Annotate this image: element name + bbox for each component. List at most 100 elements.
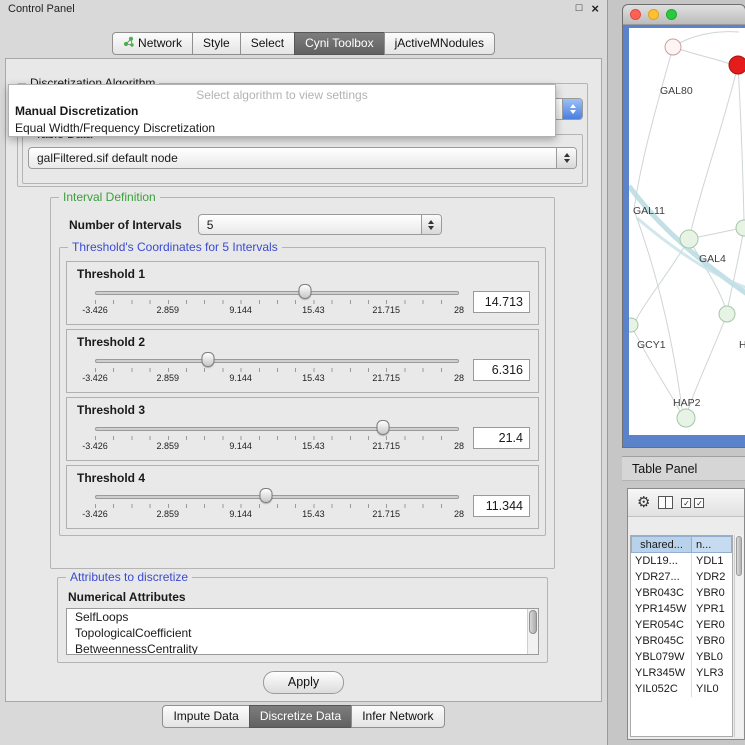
tick-label: 15.43 xyxy=(302,509,325,519)
cyni-bottom-tabbar: Impute Data Discretize Data Infer Networ… xyxy=(0,705,607,728)
threshold-2-value-field[interactable]: 6.316 xyxy=(473,359,530,381)
cell-shared-name[interactable]: YER054C xyxy=(631,617,692,633)
threshold-4-value-field[interactable]: 11.344 xyxy=(473,495,530,517)
mac-minimize-button[interactable] xyxy=(648,9,659,20)
cell-name[interactable]: YER0 xyxy=(692,617,732,633)
cell-name[interactable]: YBR0 xyxy=(692,585,732,601)
close-window-icon[interactable]: × xyxy=(591,3,599,14)
select-all-checkbox-icon[interactable]: ✓ xyxy=(681,498,691,508)
algorithm-option-equal-width-frequency[interactable]: Equal Width/Frequency Discretization xyxy=(9,119,555,136)
cell-name[interactable]: YIL0 xyxy=(692,681,732,697)
tick-label: 2.859 xyxy=(157,441,180,451)
cell-name[interactable]: YPR1 xyxy=(692,601,732,617)
gear-icon[interactable]: ⚙ xyxy=(637,495,650,510)
threshold-coordinates-legend: Threshold's Coordinates for 5 Intervals xyxy=(68,240,282,254)
threshold-3-slider[interactable]: -3.426 2.859 9.144 15.43 21.715 28 xyxy=(95,419,459,456)
tab-select[interactable]: Select xyxy=(240,32,295,55)
cell-name[interactable]: YBL0 xyxy=(692,649,732,665)
table-row[interactable]: YPR145W YPR1 xyxy=(631,601,732,617)
table-row[interactable]: YDR27... YDR2 xyxy=(631,569,732,585)
slider-thumb[interactable] xyxy=(376,420,389,435)
slider-track[interactable] xyxy=(95,291,459,295)
tab-impute-data-label: Impute Data xyxy=(173,709,238,723)
tab-discretize-data[interactable]: Discretize Data xyxy=(249,705,352,728)
cell-shared-name[interactable]: YDR27... xyxy=(631,569,692,585)
attributes-legend: Attributes to discretize xyxy=(66,570,192,584)
tab-impute-data[interactable]: Impute Data xyxy=(162,705,249,728)
cell-shared-name[interactable]: YBR043C xyxy=(631,585,692,601)
cell-name[interactable]: YDR2 xyxy=(692,569,732,585)
tab-network[interactable]: Network xyxy=(112,32,193,55)
tab-style[interactable]: Style xyxy=(192,32,241,55)
network-canvas[interactable]: GAL80 GAL11 GAL4 GCY1 H HAP2 xyxy=(629,28,745,435)
network-node[interactable] xyxy=(719,306,735,322)
tab-infer-network[interactable]: Infer Network xyxy=(351,705,444,728)
slider-thumb[interactable] xyxy=(299,284,312,299)
algorithm-option-manual-discretization[interactable]: Manual Discretization xyxy=(9,102,555,119)
list-item[interactable]: BetweennessCentrality xyxy=(67,641,538,655)
table-row[interactable]: YLR345W YLR3 xyxy=(631,665,732,681)
list-item[interactable]: SelfLoops xyxy=(67,609,538,625)
threshold-1-slider[interactable]: -3.426 2.859 9.144 15.43 21.715 28 xyxy=(95,283,459,320)
scrollbar-thumb[interactable] xyxy=(736,536,742,576)
cell-shared-name[interactable]: YIL052C xyxy=(631,681,692,697)
column-header-name[interactable]: n... xyxy=(692,536,732,553)
slider-track[interactable] xyxy=(95,359,459,363)
table-row[interactable]: YER054C YER0 xyxy=(631,617,732,633)
number-of-intervals-arrows-icon[interactable] xyxy=(421,215,441,234)
cell-shared-name[interactable]: YPR145W xyxy=(631,601,692,617)
table-data-combobox[interactable]: galFiltered.sif default node xyxy=(28,147,577,169)
apply-button[interactable]: Apply xyxy=(263,671,344,694)
table-data-combobox-arrows-icon[interactable] xyxy=(556,148,576,168)
mac-close-button[interactable] xyxy=(630,9,641,20)
column-selector-icon[interactable] xyxy=(658,496,673,509)
mac-zoom-button[interactable] xyxy=(666,9,677,20)
cell-shared-name[interactable]: YBR045C xyxy=(631,633,692,649)
scrollbar-thumb[interactable] xyxy=(529,610,537,634)
apply-row: Apply xyxy=(6,671,601,694)
list-item[interactable]: TopologicalCoefficient xyxy=(67,625,538,641)
cell-name[interactable]: YBR0 xyxy=(692,633,732,649)
threshold-1-panel: Threshold 1 -3.426 2.859 9.144 15.43 xyxy=(66,261,539,325)
cell-name[interactable]: YLR3 xyxy=(692,665,732,681)
arrow-up-icon xyxy=(570,104,576,108)
node-label-gal11: GAL11 xyxy=(633,205,665,217)
network-node-gcy1[interactable] xyxy=(629,318,638,332)
cell-name[interactable]: YDL1 xyxy=(692,553,732,569)
table-row[interactable]: YIL052C YIL0 xyxy=(631,681,732,697)
network-node-gal4[interactable] xyxy=(680,230,698,248)
table-row[interactable]: YBL079W YBL0 xyxy=(631,649,732,665)
table-row[interactable]: YBR045C YBR0 xyxy=(631,633,732,649)
numerical-attributes-list[interactable]: SelfLoops TopologicalCoefficient Between… xyxy=(66,608,539,655)
tick-label: 9.144 xyxy=(229,373,252,383)
slider-thumb[interactable] xyxy=(260,488,273,503)
network-node-hap2[interactable] xyxy=(677,409,695,427)
table-row[interactable]: YBR043C YBR0 xyxy=(631,585,732,601)
cell-shared-name[interactable]: YBL079W xyxy=(631,649,692,665)
number-of-intervals-combobox[interactable]: 5 xyxy=(198,214,442,235)
threshold-2-slider[interactable]: -3.426 2.859 9.144 15.43 21.715 28 xyxy=(95,351,459,388)
slider-track[interactable] xyxy=(95,495,459,499)
cell-shared-name[interactable]: YDL19... xyxy=(631,553,692,569)
slider-track[interactable] xyxy=(95,427,459,431)
table-scrollbar[interactable] xyxy=(734,535,743,737)
threshold-1-value-field[interactable]: 14.713 xyxy=(473,291,530,313)
network-node-gal80[interactable] xyxy=(665,39,681,55)
tab-cyni-toolbox[interactable]: Cyni Toolbox xyxy=(294,32,384,55)
slider-thumb[interactable] xyxy=(201,352,214,367)
algorithm-combobox-arrows-icon[interactable] xyxy=(562,99,582,119)
column-header-shared-name[interactable]: shared... xyxy=(631,536,692,553)
attributes-list-scrollbar[interactable] xyxy=(527,609,538,654)
cell-shared-name[interactable]: YLR345W xyxy=(631,665,692,681)
float-window-icon[interactable]: □ xyxy=(576,3,583,14)
cyni-toolbox-panel: Discretization Algorithm Table Data galF… xyxy=(5,58,602,702)
network-node-red-selected[interactable] xyxy=(729,56,745,74)
table-row[interactable]: YDL19... YDL1 xyxy=(631,553,732,569)
threshold-3-value-field[interactable]: 21.4 xyxy=(473,427,530,449)
tab-jactivemnodules[interactable]: jActiveMNodules xyxy=(384,32,495,55)
network-node[interactable] xyxy=(736,220,745,236)
slider-tick-labels: -3.426 2.859 9.144 15.43 21.715 28 xyxy=(95,441,459,453)
threshold-4-slider[interactable]: -3.426 2.859 9.144 15.43 21.715 28 xyxy=(95,487,459,524)
deselect-all-checkbox-icon[interactable]: ✓ xyxy=(694,498,704,508)
tick-label: -3.426 xyxy=(82,305,108,315)
